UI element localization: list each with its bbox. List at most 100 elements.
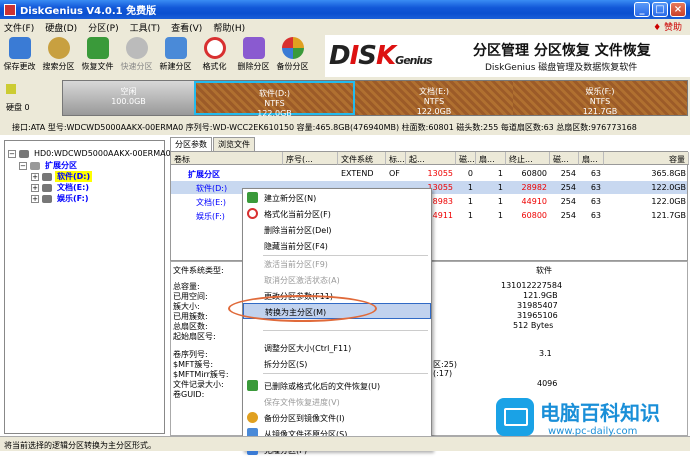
save-button[interactable]: 保存更改 <box>0 35 39 77</box>
menu-item-new-partition[interactable]: 建立新分区(N) <box>243 190 431 206</box>
search-partition-button[interactable]: 搜索分区 <box>39 35 78 77</box>
format-label: 格式化 <box>202 62 227 71</box>
table-cell: 1 <box>467 197 473 206</box>
watermark-url: www.pc-daily.com <box>548 426 638 437</box>
menu-partition[interactable]: 分区(P) <box>88 21 118 34</box>
tree-node-documents[interactable]: + 文档(E:) <box>31 182 91 193</box>
col-header-start-cyl[interactable]: 起... <box>406 152 456 165</box>
maximize-button[interactable]: □ <box>652 2 668 17</box>
tree-node-disk[interactable]: − HD0:WDCWD5000AAKX-00ERMA0 <box>8 149 173 158</box>
menu-item-resize[interactable]: 调整分区大小(Ctrl_F11) <box>243 340 431 356</box>
table-row[interactable]: 娱乐(F:) <box>193 209 243 222</box>
banner-tagline: 分区管理 分区恢复 文件恢复 <box>473 43 651 59</box>
col-header-end-sector[interactable]: 扇... <box>579 152 604 165</box>
segment-free[interactable]: 空闲 100.0GB <box>63 81 194 115</box>
quick-partition-icon <box>125 37 148 59</box>
disk-label-text: 硬盘 0 <box>6 103 30 112</box>
table-cell: OF <box>389 169 400 178</box>
collapse-icon[interactable]: − <box>8 149 16 158</box>
menu-item-hide[interactable]: 隐藏当前分区(F4) <box>243 238 431 254</box>
collapse-icon[interactable]: − <box>19 161 27 170</box>
highlight-oval <box>228 295 377 322</box>
tab-partition-params[interactable]: 分区参数 <box>170 137 212 151</box>
col-header-label[interactable]: 卷标 <box>171 152 283 165</box>
table-cell: 60800 <box>521 211 547 220</box>
tree-node-software[interactable]: + 软件(D:) <box>31 171 93 182</box>
col-header-end-cyl[interactable]: 终止... <box>506 152 550 165</box>
format-icon <box>203 37 226 59</box>
table-row[interactable]: 扩展分区 <box>185 167 283 180</box>
col-header-start-sector[interactable]: 扇... <box>476 152 506 165</box>
new-partition-icon <box>164 37 187 59</box>
menu-separator <box>263 330 428 331</box>
menu-item-recover-files[interactable]: 已删除或格式化后的文件恢复(U) <box>243 378 431 394</box>
expand-icon[interactable]: + <box>31 183 39 192</box>
new-partition-button[interactable]: 新建分区 <box>156 35 195 77</box>
delete-partition-button[interactable]: 删除分区 <box>234 35 273 77</box>
prev-disk-icon[interactable] <box>6 84 16 94</box>
quick-partition-button[interactable]: 快速分区 <box>117 35 156 77</box>
save-icon <box>8 37 31 59</box>
table-cell: 60800 <box>521 169 547 178</box>
app-icon <box>4 3 16 16</box>
table-cell: 254 <box>560 169 576 178</box>
segment-software-size: 122.0GB <box>257 109 292 118</box>
col-header-id[interactable]: 标... <box>386 152 406 165</box>
tab-browse-files[interactable]: 浏览文件 <box>213 137 255 151</box>
table-cell: 44910 <box>521 197 547 206</box>
window-title: DiskGenius V4.0.1 免费版 <box>20 6 157 17</box>
col-header-capacity[interactable]: 容量 <box>604 152 689 165</box>
expand-icon[interactable]: + <box>31 172 39 181</box>
menu-item-backup-image[interactable]: 备份分区到镜像文件(I) <box>243 410 431 426</box>
backup-partition-button[interactable]: 备份分区 <box>273 35 312 77</box>
watermark-title: 电脑百科知识 <box>540 401 660 425</box>
close-button[interactable]: × <box>670 2 686 17</box>
table-cell: 254 <box>560 211 576 220</box>
watermark: 电脑百科知识 www.pc-daily.com <box>492 395 690 451</box>
menu-item-label: 隐藏当前分区(F4) <box>264 242 328 251</box>
new-partition-label: 新建分区 <box>159 62 192 71</box>
menu-item-format[interactable]: 格式化当前分区(F) <box>243 206 431 222</box>
menu-item-activate[interactable]: 激活当前分区(F9) <box>243 256 431 272</box>
col-header-index[interactable]: 序号(... <box>283 152 338 165</box>
menu-item-label: 格式化当前分区(F) <box>264 210 331 219</box>
col-header-end-head[interactable]: 磁... <box>550 152 579 165</box>
restore-files-button[interactable]: 恢复文件 <box>78 35 117 77</box>
menu-file[interactable]: 文件(F) <box>4 21 34 34</box>
search-partition-label: 搜索分区 <box>42 62 75 71</box>
delete-icon <box>242 37 265 59</box>
segment-free-name: 空闲 <box>120 87 137 96</box>
segment-software[interactable]: 软件(D:) NTFS 122.0GB <box>194 81 355 118</box>
delete-partition-label: 删除分区 <box>237 62 270 71</box>
save-label: 保存更改 <box>3 62 36 71</box>
menu-item-label: 备份分区到镜像文件(I) <box>264 414 345 423</box>
tree-node-extended[interactable]: − 扩展分区 <box>19 160 79 171</box>
menu-help[interactable]: 帮助(H) <box>213 21 245 34</box>
expand-icon[interactable]: + <box>31 194 39 203</box>
menu-item-save-progress[interactable]: 保存文件恢复进度(V) <box>243 394 431 410</box>
menu-item-deactivate[interactable]: 取消分区激活状态(A) <box>243 272 431 288</box>
menu-tools[interactable]: 工具(T) <box>130 21 161 34</box>
col-header-start-head[interactable]: 磁... <box>456 152 476 165</box>
menu-view[interactable]: 查看(V) <box>171 21 202 34</box>
tree-documents-label: 文档(E:) <box>57 183 89 192</box>
menu-item-label: 激活当前分区(F9) <box>264 260 328 269</box>
detail-value: (:17) <box>433 369 453 378</box>
menu-item-split[interactable]: 拆分分区(S) <box>243 356 431 372</box>
col-header-filesystem[interactable]: 文件系统 <box>338 152 386 165</box>
menu-item-delete[interactable]: 删除当前分区(Del) <box>243 222 431 238</box>
backup-icon <box>247 412 258 423</box>
donate-link[interactable]: ♦ 赞助 <box>653 20 682 33</box>
format-button[interactable]: 格式化 <box>195 35 234 77</box>
quick-partition-label: 快速分区 <box>120 62 153 71</box>
tree-node-entertainment[interactable]: + 娱乐(F:) <box>31 193 91 204</box>
restore-icon <box>86 37 109 59</box>
menu-disk[interactable]: 硬盘(D) <box>45 21 77 34</box>
segment-entertainment[interactable]: 娱乐(F:) NTFS 121.7GB <box>513 81 687 116</box>
segment-free-size: 100.0GB <box>111 97 146 106</box>
table-cell: 1 <box>497 197 503 206</box>
minimize-button[interactable]: _ <box>634 2 650 17</box>
segment-documents[interactable]: 文档(E:) NTFS 122.0GB <box>355 81 513 116</box>
table-row[interactable]: 文档(E:) <box>193 195 243 208</box>
brand-banner: DISKGenius 分区管理 分区恢复 文件恢复 DiskGenius 磁盘管… <box>325 35 690 77</box>
